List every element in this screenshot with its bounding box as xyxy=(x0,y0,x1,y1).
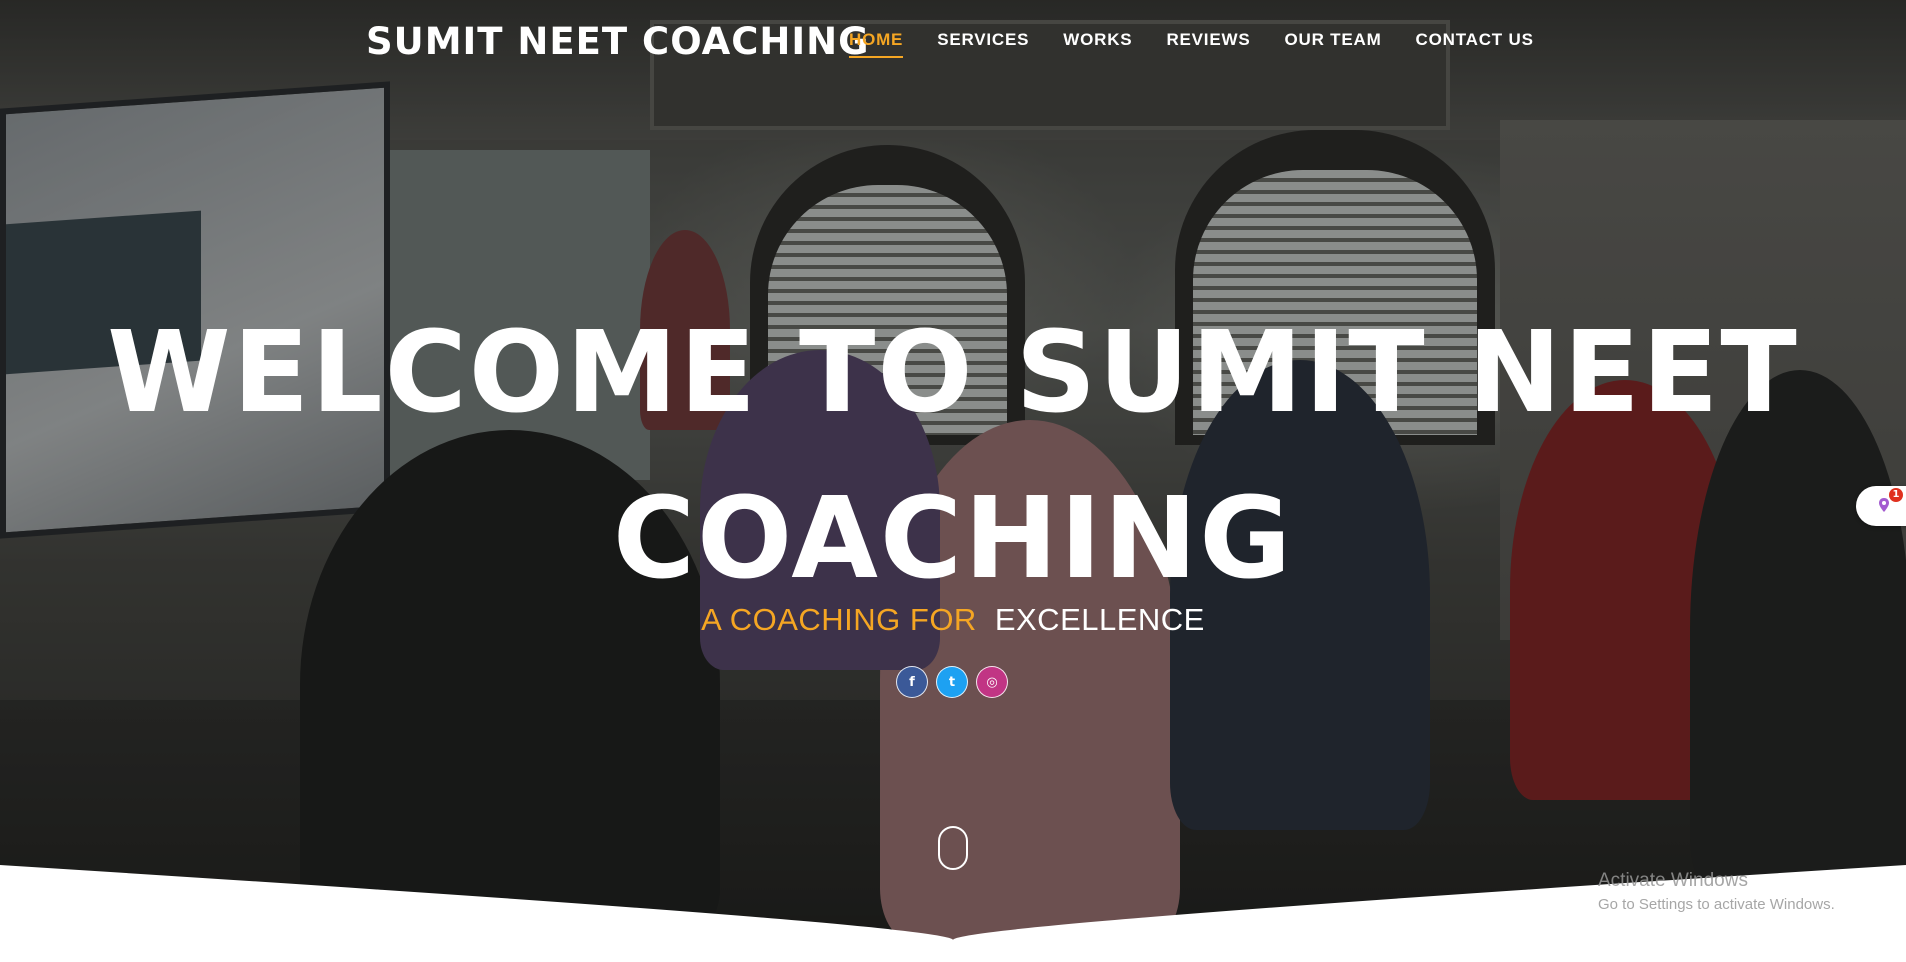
twitter-icon[interactable]: t xyxy=(936,666,968,698)
notification-badge: 1 xyxy=(1889,488,1903,502)
activate-windows-watermark: Activate Windows Go to Settings to activ… xyxy=(1598,870,1835,913)
main-nav: HOME SERVICES WORKS REVIEWS OUR TEAM CON… xyxy=(849,30,1534,58)
hero-title-line1: WELCOME TO SUMIT NEET xyxy=(107,308,1799,438)
hero-title-line2: COACHING xyxy=(612,474,1294,604)
tagline-highlight: EXCELLENCE xyxy=(994,602,1205,637)
instagram-icon[interactable]: ◎ xyxy=(976,666,1008,698)
scroll-down-mouse-icon[interactable] xyxy=(938,826,968,870)
nav-item-contact-us[interactable]: CONTACT US xyxy=(1416,30,1534,58)
activate-windows-title: Activate Windows xyxy=(1598,870,1748,891)
social-links: f t ◎ xyxy=(896,666,1008,698)
nav-item-works[interactable]: WORKS xyxy=(1063,30,1132,58)
nav-item-services[interactable]: SERVICES xyxy=(937,30,1029,58)
activate-windows-subtitle: Go to Settings to activate Windows. xyxy=(1598,896,1835,913)
nav-item-reviews[interactable]: REVIEWS xyxy=(1166,30,1250,58)
nav-item-home[interactable]: HOME xyxy=(849,30,904,58)
tagline-accent: A COACHING FOR xyxy=(701,602,977,637)
brand-logo[interactable]: SUMIT NEET COACHING xyxy=(366,20,870,63)
hero-title: WELCOME TO SUMIT NEET COACHING xyxy=(0,290,1906,622)
nav-item-our-team[interactable]: OUR TEAM xyxy=(1284,30,1381,58)
facebook-icon[interactable]: f xyxy=(896,666,928,698)
hero-tagline: A COACHING FOR EXCELLENCE xyxy=(0,602,1906,638)
floating-widget-tab[interactable]: 1 xyxy=(1856,486,1906,526)
